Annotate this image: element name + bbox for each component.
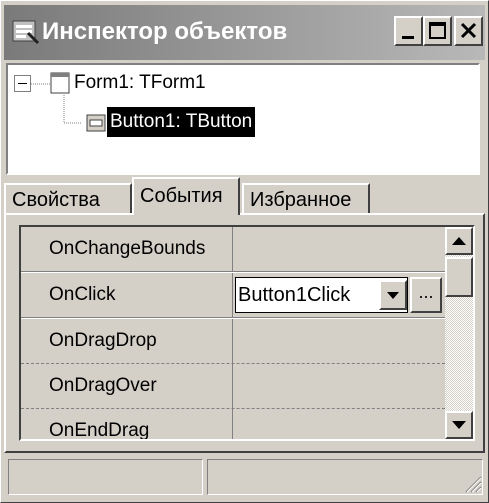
tree-node-label: Form1: TForm1 — [74, 72, 206, 93]
event-value-editor[interactable]: Button1Click ... — [234, 273, 445, 317]
event-name: OnChangeBounds — [21, 227, 233, 271]
vertical-scrollbar[interactable] — [445, 227, 473, 439]
event-handler-combo[interactable]: Button1Click — [235, 277, 408, 313]
tab-label: События — [140, 185, 223, 207]
close-button[interactable] — [454, 16, 483, 46]
maximize-icon — [429, 22, 446, 39]
event-value[interactable] — [234, 319, 445, 363]
chevron-down-icon — [452, 421, 466, 429]
tab-label: Избранное — [250, 189, 352, 211]
scroll-down-button[interactable] — [445, 411, 473, 439]
scroll-up-button[interactable] — [445, 227, 473, 255]
events-grid[interactable]: OnChangeBounds OnClick Button1Click ... … — [19, 225, 475, 441]
tab-label: Свойства — [12, 189, 100, 211]
event-name: OnDragOver — [21, 364, 233, 408]
dropdown-button[interactable] — [379, 280, 407, 310]
event-name: OnEndDrag — [21, 409, 233, 439]
tab-properties[interactable]: Свойства — [4, 183, 132, 215]
button-component-icon — [86, 114, 106, 132]
tree-node-form1[interactable]: Form1: TForm1 — [74, 68, 206, 98]
maximize-button[interactable] — [423, 16, 452, 46]
event-row-onchangebounds[interactable]: OnChangeBounds — [21, 227, 445, 271]
title-bar[interactable]: Инспектор объектов — [4, 5, 485, 60]
event-value[interactable] — [234, 227, 445, 271]
chevron-down-icon — [387, 292, 399, 299]
component-tree[interactable]: Form1: TForm1 Button1: TButton — [6, 63, 480, 175]
event-value[interactable] — [234, 364, 445, 408]
app-icon — [12, 20, 40, 45]
event-name: OnClick — [21, 273, 233, 317]
status-panel-right — [207, 459, 483, 495]
event-row-ondragdrop[interactable]: OnDragDrop — [21, 319, 445, 363]
status-bar — [4, 457, 485, 499]
object-inspector-window: Инспектор объектов Form1: TForm1 Button1… — [0, 0, 489, 503]
minimize-icon — [402, 36, 414, 39]
ellipsis-label: ... — [418, 282, 434, 302]
window-title: Инспектор объектов — [42, 18, 288, 45]
status-panel-left — [8, 459, 203, 495]
event-name: OnDragDrop — [21, 319, 233, 363]
inspector-tabs: Свойства События Избранное — [4, 177, 485, 215]
chevron-up-icon — [452, 237, 466, 245]
event-row-onenddrag[interactable]: OnEndDrag — [21, 409, 445, 439]
scroll-thumb[interactable] — [445, 257, 473, 297]
minimize-button[interactable] — [394, 16, 423, 46]
ellipsis-button[interactable]: ... — [410, 277, 442, 313]
tab-favorites[interactable]: Избранное — [242, 183, 370, 215]
tree-node-button1[interactable]: Button1: TButton — [107, 107, 256, 137]
resize-grip-icon[interactable] — [462, 473, 482, 493]
tree-node-label: Button1: TButton — [110, 111, 253, 132]
form-icon — [50, 72, 70, 94]
event-handler-value: Button1Click — [238, 284, 351, 306]
close-icon — [460, 22, 477, 39]
event-value[interactable] — [234, 409, 445, 439]
event-row-ondragover[interactable]: OnDragOver — [21, 364, 445, 408]
tab-events[interactable]: События — [132, 177, 240, 215]
event-row-onclick[interactable]: OnClick Button1Click ... — [21, 273, 445, 317]
